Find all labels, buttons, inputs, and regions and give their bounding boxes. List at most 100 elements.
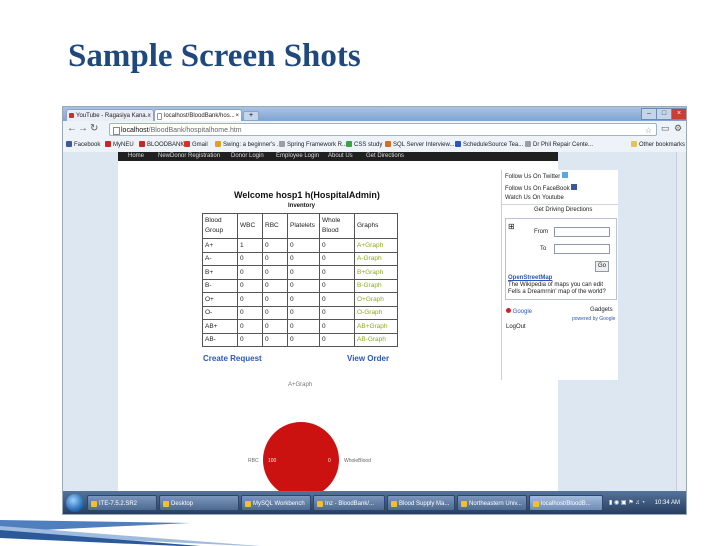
graph-link[interactable]: B-Graph [354,278,398,293]
taskbar-item[interactable]: Blood Supply Ma... [387,495,455,511]
bookmark-item[interactable]: ScheduleSource Tea... [455,138,523,152]
graph-link[interactable]: O+Graph [354,292,398,307]
table-row: A+ 1 0 0 0 A+Graph [202,238,398,253]
create-request-link[interactable]: Create Request [203,354,262,363]
pie-value-right: 0 [328,458,331,464]
close-icon[interactable]: × [235,110,239,121]
bookmark-item[interactable]: Facebook [66,138,100,152]
star-icon[interactable]: ☆ [645,124,652,137]
wrench-icon[interactable]: ⚙ [674,123,682,134]
table-cell: 1 [237,238,263,253]
nav-get-directions[interactable]: Get Directions [366,153,404,159]
table-cell: 0 [237,305,263,320]
new-tab-button[interactable]: + [243,111,259,121]
browser-titlebar: YouTube - Ragasiya Kana... × localhost/B… [63,107,686,121]
bookmark-item[interactable]: Dr Phil Repair Cente... [525,138,593,152]
system-tray[interactable]: ▮ ◉ ▣ ⚑ ♫ ◔ [609,495,645,511]
taskbar-clock[interactable]: 10:34 AM [655,495,680,511]
graph-link[interactable]: B+Graph [354,265,398,280]
taskbar-label: Blood Supply Ma... [399,501,450,507]
from-input[interactable] [554,227,610,237]
bookmark-icon [346,141,352,147]
table-cell: 0 [287,305,320,320]
taskbar-item[interactable]: ITE-7.5.2.SR2 [87,495,157,511]
table-row: B- 0 0 0 0 B-Graph [202,278,398,293]
google-gadget-button[interactable]: Google [506,308,532,315]
graph-link[interactable]: O-Graph [354,305,398,320]
nav-home[interactable]: Home [128,153,144,159]
address-bar[interactable]: localhost/BloodBank/hospitalhome.htm ☆ [109,123,657,136]
view-order-link[interactable]: View Order [347,354,389,363]
tab-label: YouTube - Ragasiya Kana... [76,113,151,119]
start-button[interactable] [66,494,84,512]
bookmark-item[interactable]: SQL Server Interview... [385,138,454,152]
slide-title: Sample Screen Shots [68,38,361,74]
graph-link[interactable]: A-Graph [354,251,398,266]
bookmark-item[interactable]: Swing: a beginner's ... [215,138,282,152]
other-bookmarks[interactable]: Other bookmarks [631,138,685,152]
taskbar-item[interactable]: MySQL Workbench [241,495,311,511]
pie-label-right: WholeBlood [344,458,371,464]
close-icon[interactable]: × [147,110,151,121]
minimize-button[interactable]: – [641,108,657,120]
table-cell: A+ [202,238,238,253]
bookmark-icon [279,141,285,147]
taskbar-item[interactable]: Inz - BloodBank/... [313,495,385,511]
nav-employee-login[interactable]: Employee Login [276,153,319,159]
table-cell: 0 [237,265,263,280]
nav-about-us[interactable]: About Us [328,153,353,159]
graph-link[interactable]: AB+Graph [354,319,398,334]
facebook-link[interactable]: Follow Us On FaceBook [505,184,578,192]
tab-youtube[interactable]: YouTube - Ragasiya Kana... × [66,109,154,121]
side-link-label: Follow Us On FaceBook [505,186,570,192]
table-row: A- 0 0 0 0 A-Graph [202,251,398,266]
pie-title: A+Graph [288,382,313,388]
map-title-link[interactable]: OpenStreetMap [508,275,552,281]
graph-link[interactable]: A+Graph [354,238,398,253]
nav-donor-login[interactable]: Donor Login [231,153,264,159]
bookmark-item[interactable]: Spring Framework R... [279,138,347,152]
twitter-link[interactable]: Follow Us On Twitter [505,172,568,180]
bookmark-item[interactable]: MyNEU [105,138,134,152]
table-cell: 0 [287,238,320,253]
window-close-button[interactable]: × [671,108,686,120]
side-link-label: Follow Us On Twitter [505,174,561,180]
table-cell: 0 [237,251,263,266]
tab-bloodbank[interactable]: localhost/BloodBank/hos... × [154,109,242,121]
go-button[interactable]: Go [595,261,609,272]
bookmark-item[interactable]: Gmail [184,138,208,152]
webpage: Home NewDonor Registration Donor Login E… [118,152,558,491]
table-cell: 0 [237,292,263,307]
browser-screenshot: YouTube - Ragasiya Kana... × localhost/B… [62,106,687,515]
table-cell: 0 [287,265,320,280]
to-input[interactable] [554,244,610,254]
bookmark-icon [215,141,221,147]
divider [502,204,618,205]
table-cell: 0 [262,278,288,293]
maximize-button[interactable]: □ [656,108,672,120]
bookmark-icon [385,141,391,147]
table-cell: 0 [319,305,355,320]
reload-icon[interactable]: ↻ [90,124,98,134]
inventory-table: Blood Group WBC RBC Platelets Whole Bloo… [202,213,398,347]
taskbar-item[interactable]: Desktop [159,495,239,511]
bookmark-item[interactable]: CSS study [346,138,382,152]
table-cell: 0 [262,238,288,253]
slide-decoration [0,520,260,546]
directions-gadget: ⊞ From To Go OpenStreetMap The Wikipedia… [505,218,617,300]
pie-value-left: 100 [268,458,277,464]
page-scrollbar[interactable] [676,152,686,491]
address-path: /BloodBank/hospitalhome.htm [148,127,242,134]
youtube-link[interactable]: Watch Us On Youtube [505,195,564,201]
forward-icon[interactable]: → [78,124,88,134]
table-cell: 0 [287,292,320,307]
bookmark-item[interactable]: BLOODBANK [139,138,184,152]
page-menu-icon[interactable]: ▭ [661,123,670,134]
taskbar-item[interactable]: localhost/BloodB... [529,495,603,511]
taskbar-item[interactable]: Northeastern Univ... [457,495,527,511]
logout-link[interactable]: LogOut [506,324,526,330]
inventory-caption: Inventory [288,203,316,209]
graph-link[interactable]: AB-Graph [354,332,398,347]
nav-donor-registration[interactable]: NewDonor Registration [158,153,220,159]
back-icon[interactable]: ← [67,124,77,134]
